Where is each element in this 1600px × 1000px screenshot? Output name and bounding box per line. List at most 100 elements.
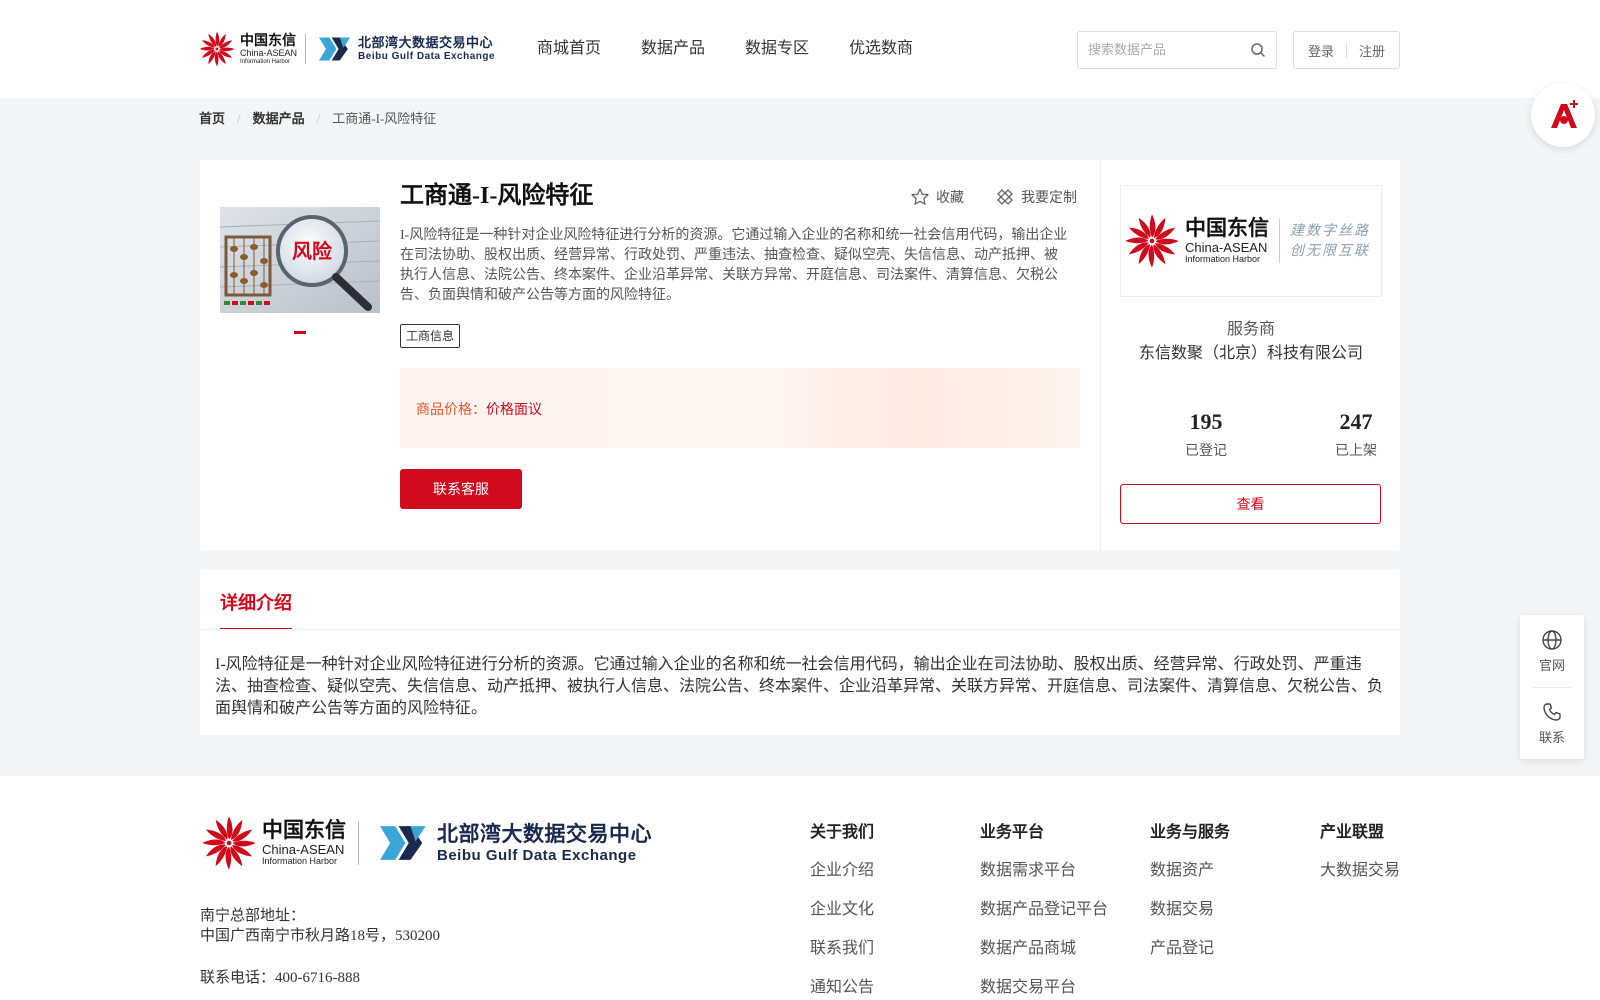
- beibu-gulf-mark-icon: [380, 826, 426, 860]
- breadcrumb-separator: /: [237, 111, 241, 126]
- footer-logo-divider: [358, 821, 359, 865]
- provider-logo-divider: [1279, 219, 1280, 263]
- star-icon: [911, 188, 929, 205]
- footer-logo[interactable]: 中国东信 China-ASEAN Information Harbor 北部湾大…: [200, 814, 652, 872]
- customize-label: 我要定制: [1021, 191, 1077, 206]
- customize-button[interactable]: 我要定制: [995, 187, 1077, 207]
- footer-column-alliance: 产业联盟 大数据交易: [1320, 823, 1400, 900]
- china-asean-flower-icon: [202, 816, 256, 870]
- detail-section: 详细介绍 I-风险特征是一种针对企业风险特征进行分析的资源。它通过输入企业的名称…: [200, 570, 1400, 735]
- footer-address-label: 南宁总部地址：: [200, 908, 306, 924]
- footer-link[interactable]: 联系我们: [810, 939, 874, 959]
- contact-support-button[interactable]: 联系客服: [400, 469, 522, 509]
- china-asean-flower-icon: [1125, 214, 1179, 268]
- footer-column-services: 业务与服务 数据资产 数据交易 产品登记: [1150, 823, 1230, 978]
- footer-column-platform: 业务平台 数据需求平台 数据产品登记平台 数据产品商城 数据交易平台: [980, 823, 1108, 1000]
- footer-link[interactable]: 大数据交易: [1320, 861, 1400, 881]
- product-image-text: 风险: [292, 239, 333, 263]
- bbx-cn-text: 北部湾大数据交易中心: [358, 35, 494, 50]
- site-logo[interactable]: 中国东信 China-ASEAN Information Harbor 北部湾大…: [198, 30, 495, 68]
- nav-data-products[interactable]: 数据产品: [641, 38, 705, 60]
- footer-address-value: 中国广西南宁市秋月路18号，530200: [200, 928, 441, 944]
- footer-link[interactable]: 企业介绍: [810, 861, 874, 881]
- side-contact-label: 联系: [1538, 730, 1565, 745]
- stat-listed-label: 已上架: [1335, 444, 1377, 459]
- risk-magnifier-image: 风险: [220, 207, 380, 313]
- footer-china-asean-logo: 中国东信 China-ASEAN Information Harbor: [200, 814, 346, 872]
- site-header: 中国东信 China-ASEAN Information Harbor 北部湾大…: [0, 0, 1600, 98]
- view-provider-button[interactable]: 查看: [1120, 484, 1381, 524]
- footer-link[interactable]: 数据资产: [1150, 861, 1230, 881]
- stat-registered: 195 已登记: [1146, 408, 1266, 462]
- stat-registered-value: 195: [1189, 409, 1223, 434]
- provider-slogan: 建数字丝路 创无限互联: [1290, 221, 1370, 261]
- footer-column-title: 业务与服务: [1150, 824, 1231, 841]
- ai-assistant-icon: [1551, 100, 1578, 128]
- footer-column-title: 业务平台: [980, 824, 1045, 841]
- footer-column-title: 产业联盟: [1320, 824, 1385, 841]
- footer-bbx-en: Beibu Gulf Data Exchange: [437, 846, 637, 864]
- price-label: 商品价格：: [416, 403, 486, 418]
- price-row: 商品价格：价格面议: [416, 399, 542, 419]
- footer-link[interactable]: 通知公告: [810, 978, 874, 998]
- footer-link[interactable]: 企业文化: [810, 900, 874, 920]
- nav-mall-home[interactable]: 商城首页: [537, 38, 601, 60]
- breadcrumb-separator: /: [316, 111, 321, 126]
- product-description: I-风险特征是一种针对企业风险特征进行分析的资源。它通过输入企业的名称和统一社会…: [400, 228, 1068, 303]
- login-link[interactable]: 登录: [1308, 41, 1334, 60]
- stat-listed-value: 247: [1339, 409, 1373, 434]
- footer-beibu-gulf-logo: 北部湾大数据交易中心 Beibu Gulf Data Exchange: [371, 821, 652, 865]
- footer-link[interactable]: 数据交易: [1150, 900, 1230, 920]
- provider-logo-en-sub: Information Harbor: [1185, 254, 1261, 264]
- side-contact-button[interactable]: 联系: [1520, 701, 1584, 746]
- footer-phone: 联系电话：400-6716-888: [200, 970, 360, 986]
- search-input[interactable]: [1078, 32, 1250, 68]
- site-footer: 中国东信 China-ASEAN Information Harbor 北部湾大…: [0, 776, 1600, 1000]
- footer-link[interactable]: 数据产品商城: [980, 939, 1108, 959]
- provider-china-asean-logo: 中国东信 China-ASEAN Information Harbor: [1123, 212, 1269, 270]
- breadcrumb-data-products[interactable]: 数据产品: [253, 110, 305, 128]
- register-link[interactable]: 注册: [1359, 41, 1385, 60]
- side-website-button[interactable]: 官网: [1520, 629, 1584, 674]
- nav-preferred-vendors[interactable]: 优选数商: [849, 38, 913, 60]
- provider-logo-cn: 中国东信: [1185, 217, 1269, 240]
- footer-link[interactable]: 数据交易平台: [980, 978, 1108, 998]
- footer-link[interactable]: 产品登记: [1150, 939, 1230, 959]
- auth-divider: [1346, 42, 1347, 58]
- tab-detail-intro[interactable]: 详细介绍: [220, 570, 292, 630]
- footer-address: 南宁总部地址： 中国广西南宁市秋月路18号，530200: [200, 906, 440, 946]
- search-icon[interactable]: [1250, 42, 1266, 58]
- logo-cn-text: 中国东信: [240, 32, 296, 48]
- breadcrumb: 首页 / 数据产品 / 工商通-I-风险特征: [199, 110, 436, 128]
- product-tag: 工商信息: [400, 324, 461, 348]
- bbx-en-text: Beibu Gulf Data Exchange: [358, 51, 496, 62]
- logo-en-text: China-ASEAN: [240, 48, 298, 58]
- side-divider: [1532, 687, 1572, 688]
- auth-links: 登录 注册: [1293, 31, 1400, 69]
- footer-logo-cn: 中国东信: [262, 819, 346, 842]
- favorite-button[interactable]: 收藏: [910, 187, 964, 207]
- product-image[interactable]: 风险: [220, 207, 380, 313]
- footer-bbx-cn: 北部湾大数据交易中心: [437, 822, 652, 846]
- provider-name: 东信数聚（北京）科技有限公司: [1138, 345, 1363, 362]
- footer-logo-en-sub: Information Harbor: [262, 856, 338, 866]
- breadcrumb-home[interactable]: 首页: [199, 110, 225, 128]
- stat-listed: 247 已上架: [1296, 408, 1416, 462]
- ai-assistant-button[interactable]: [1531, 83, 1595, 147]
- detail-text: I-风险特征是一种针对企业风险特征进行分析的资源。它通过输入企业的名称和统一社会…: [215, 656, 1384, 717]
- globe-icon: [1542, 630, 1562, 650]
- footer-link[interactable]: 数据需求平台: [980, 861, 1108, 881]
- logo-divider: [305, 34, 307, 64]
- provider-card: 中国东信 China-ASEAN Information Harbor 建数字丝…: [1100, 160, 1400, 550]
- nav-data-zone[interactable]: 数据专区: [745, 38, 809, 60]
- beibu-gulf-mark-icon: [319, 37, 351, 61]
- provider-logo[interactable]: 中国东信 China-ASEAN Information Harbor 建数字丝…: [1120, 185, 1382, 297]
- provider-logo-en: China-ASEAN: [1185, 240, 1268, 255]
- breadcrumb-current: 工商通-I-风险特征: [332, 111, 437, 126]
- phone-icon: [1543, 703, 1561, 721]
- footer-logo-en: China-ASEAN: [262, 842, 345, 857]
- provider-slogan-line2: 创无限互联: [1290, 243, 1370, 259]
- footer-link[interactable]: 数据产品登记平台: [980, 900, 1108, 920]
- china-asean-logo: 中国东信 China-ASEAN Information Harbor: [198, 30, 297, 68]
- image-carousel-indicator[interactable]: [294, 331, 306, 334]
